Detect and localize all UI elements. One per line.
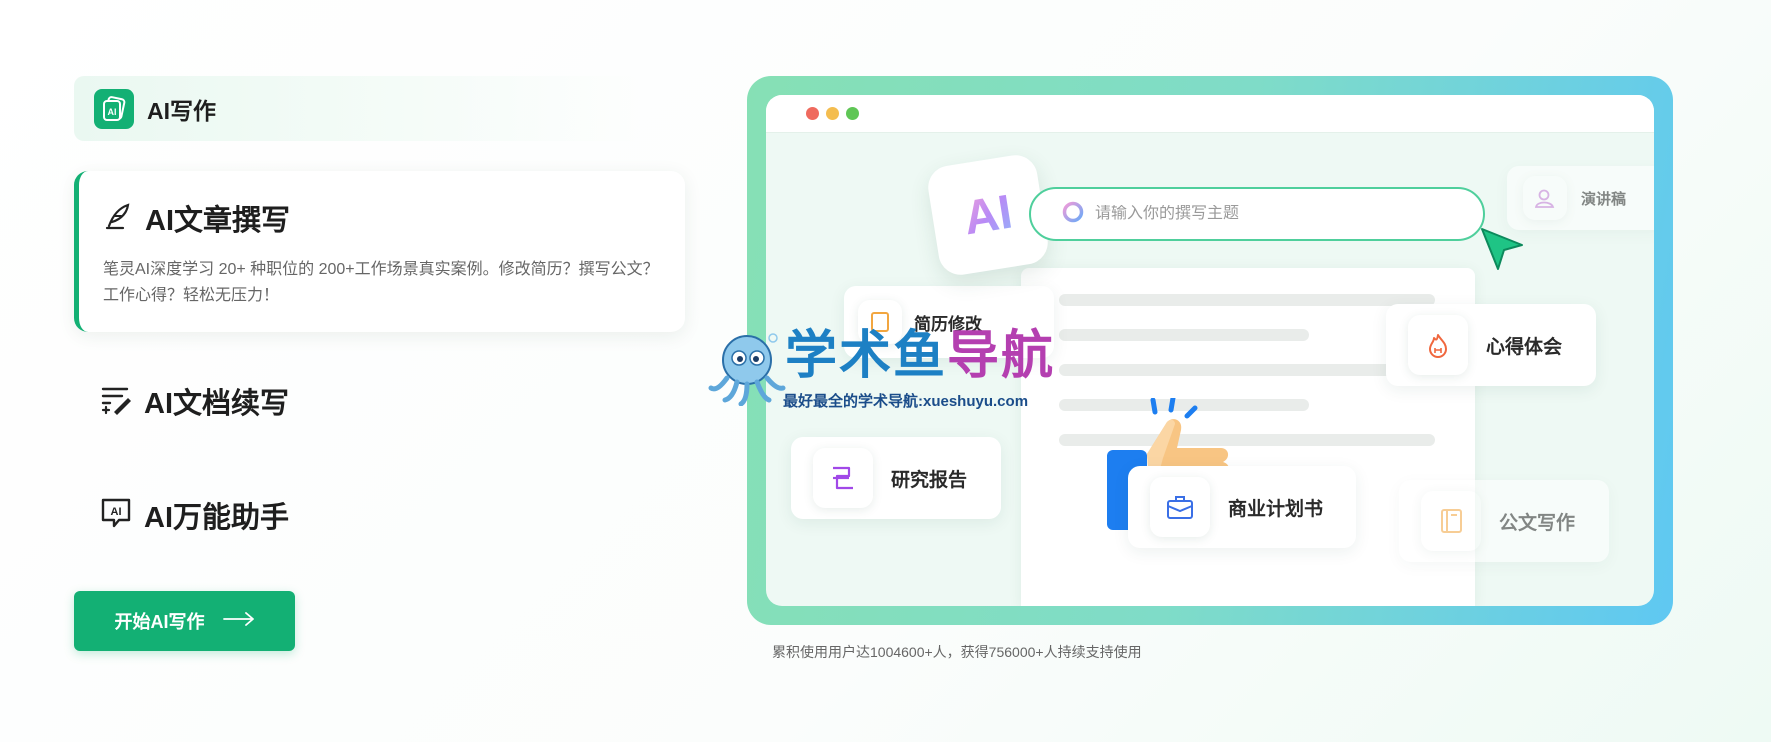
watermark-title: 学术鱼导航 [785,326,1055,386]
feature-card-title: AI文章撰写 [145,205,291,237]
close-dot-icon [806,107,819,120]
start-writing-button[interactable]: 开始AI写作 [74,591,295,651]
chip-research-report[interactable]: 研究报告 [791,437,1001,519]
text-placeholder-line [1059,329,1309,341]
maximize-dot-icon [846,107,859,120]
brand-header: AI AI写作 [74,76,640,141]
ai-card-icon: AI [94,88,134,129]
text-placeholder-line [1059,364,1435,376]
speaker-icon [1523,176,1567,220]
quill-pen-icon [103,201,133,236]
text-placeholder-line [1059,294,1435,306]
ai-assistant-icon: AI [100,497,132,534]
arrow-right-icon [222,611,255,631]
octopus-mascot-icon [707,330,787,411]
svg-text:AI: AI [108,107,117,117]
watermark-title-part-1: 学术鱼 [785,327,948,385]
watermark-subtitle: 最好最全的学术导航:xueshuyu.com [783,393,1029,410]
chip-speech[interactable]: 演讲稿 [1507,166,1654,230]
svg-text:AI: AI [111,506,122,518]
cursor-arrow-icon [1478,225,1528,280]
window-titlebar [766,95,1654,133]
feature-item-ai-assistant[interactable]: AI AI万能助手 [100,494,289,536]
feature-item-doc-continue[interactable]: AI文档续写 [100,380,289,422]
start-writing-label: 开始AI写作 [114,612,205,632]
doc-continue-icon [100,383,132,420]
site-watermark: 学术鱼导航 最好最全的学术导航:xueshuyu.com [707,327,1067,411]
research-report-icon [813,448,873,508]
chip-label: 心得体会 [1486,336,1563,358]
chip-experience[interactable]: 心得体会 [1386,304,1596,386]
feature-item-label: AI万能助手 [144,502,290,534]
brand-title: AI写作 [147,97,216,124]
notebook-icon [1421,491,1481,551]
watermark-title-part-2: 导航 [947,327,1056,385]
minimize-dot-icon [826,107,839,120]
usage-stats: 累积使用用户达1004600+人，获得756000+人持续支持使用 [772,644,1142,660]
topic-input[interactable] [1095,205,1455,223]
chip-official-writing[interactable]: 公文写作 [1399,480,1609,562]
flame-icon [1408,315,1468,375]
loading-ring-icon [1061,200,1085,229]
ai-badge-text: AI [960,185,1016,245]
feature-card-description: 笔灵AI深度学习 20+ 种职位的 200+工作场景真实案例。修改简历？撰写公文… [103,261,659,304]
briefcase-icon [1150,477,1210,537]
topic-search-bar[interactable] [1029,187,1485,241]
chip-label: 演讲稿 [1581,190,1627,208]
feature-item-label: AI文档续写 [144,388,290,420]
chip-label: 公文写作 [1499,512,1576,534]
chip-label: 商业计划书 [1228,498,1324,520]
chip-label: 研究报告 [891,469,968,491]
chip-business-plan[interactable]: 商业计划书 [1128,466,1356,548]
feature-card-article-writing[interactable]: AI文章撰写 笔灵AI深度学习 20+ 种职位的 200+工作场景真实案例。修改… [74,171,685,332]
